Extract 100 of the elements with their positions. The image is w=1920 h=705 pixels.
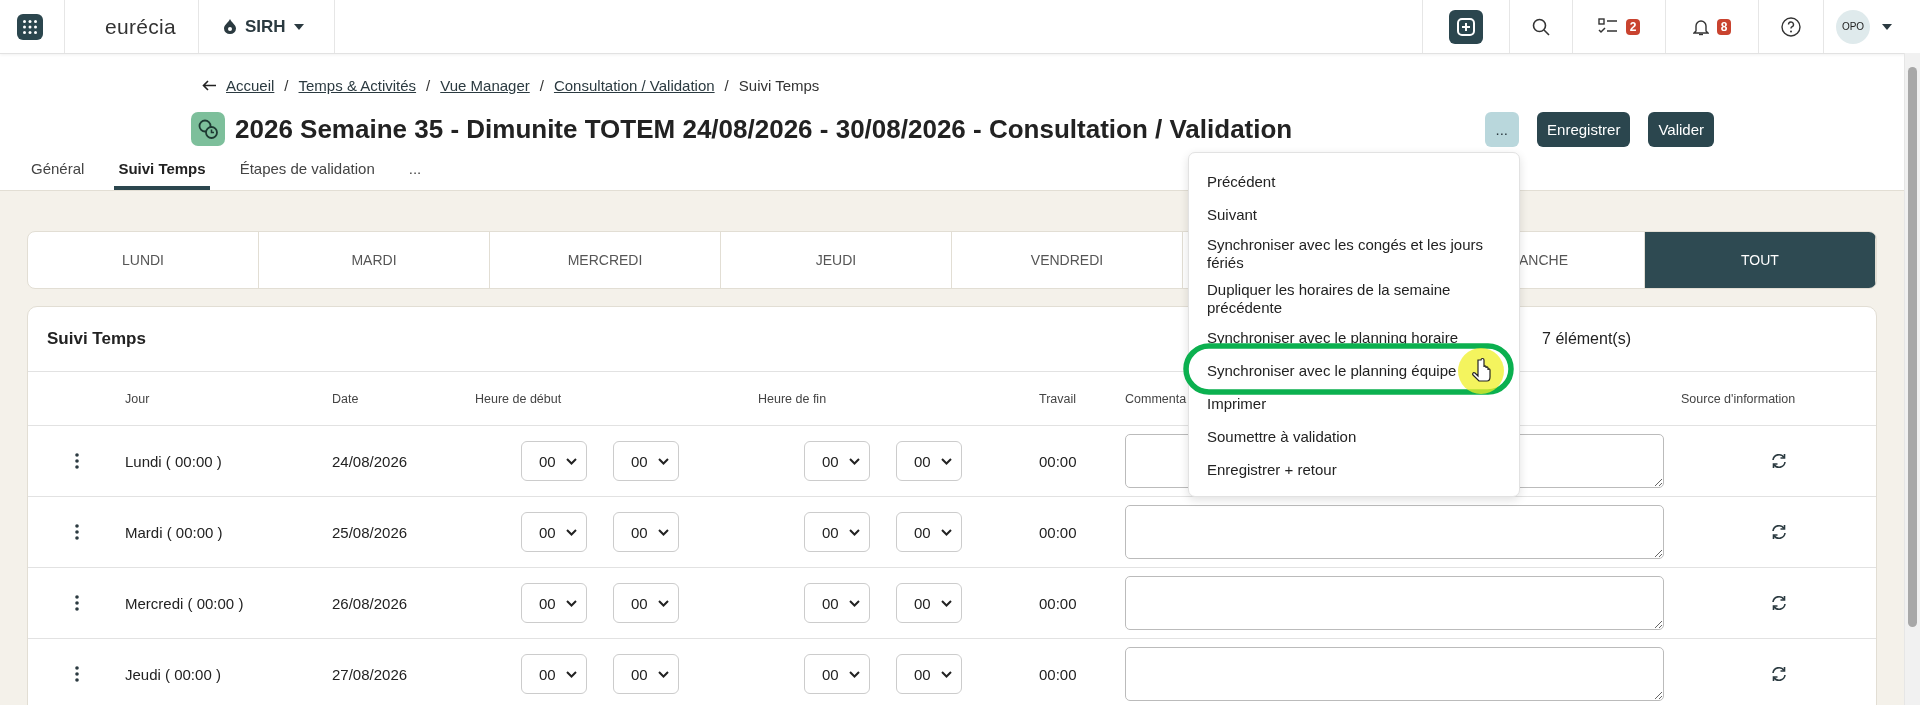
day-tab[interactable]: JEUDI: [721, 232, 952, 288]
chevron-icon: [849, 457, 860, 465]
day-tab[interactable]: LUNDI: [28, 232, 259, 288]
chevron-icon: [941, 599, 952, 607]
breadcrumb-link[interactable]: Consultation / Validation: [553, 76, 715, 94]
cursor-icon: [1458, 348, 1504, 394]
bell-icon[interactable]: [1692, 17, 1709, 36]
tab[interactable]: Général: [27, 160, 89, 190]
tasks-badge: 2: [1625, 18, 1641, 35]
day-cell-text: Jeudi ( 00:00 ): [125, 665, 222, 683]
chevron-icon: [566, 670, 577, 678]
hour-select[interactable]: 00: [521, 654, 587, 694]
breadcrumb-current: Suivi Temps: [738, 76, 820, 94]
chevron-icon: [658, 670, 669, 678]
kebab-menu-icon[interactable]: [74, 453, 79, 469]
user-avatar[interactable]: OPO: [1836, 9, 1870, 44]
minute-select[interactable]: 00: [613, 583, 679, 623]
menu-item[interactable]: Soumettre à validation: [1207, 427, 1357, 446]
back-arrow-icon[interactable]: [202, 79, 216, 91]
chevron-icon: [849, 528, 860, 536]
column-header: Travail: [1039, 391, 1077, 406]
day-tab[interactable]: MARDI: [259, 232, 490, 288]
minute-select[interactable]: 00: [613, 441, 679, 481]
comment-field[interactable]: [1125, 576, 1664, 630]
day-tab[interactable]: VENDREDI: [952, 232, 1183, 288]
hour-select[interactable]: 00: [804, 512, 870, 552]
sync-icon[interactable]: [1769, 453, 1788, 469]
chevron-icon: [849, 599, 860, 607]
tab[interactable]: Étapes de validation: [235, 160, 379, 190]
column-header: Date: [332, 391, 359, 406]
apps-icon[interactable]: [17, 13, 43, 40]
menu-item[interactable]: Précédent: [1207, 172, 1276, 191]
page-title: 2026 Semaine 35 - Dimunite TOTEM 24/08/2026 - 30/08/2026 - Consultation / Validation: [235, 113, 1293, 145]
minute-select[interactable]: 00: [896, 512, 962, 552]
breadcrumb-link[interactable]: Accueil: [226, 76, 275, 94]
tab[interactable]: ...: [404, 160, 426, 190]
minute-select[interactable]: 00: [896, 441, 962, 481]
scrollbar-thumb[interactable]: [1908, 67, 1917, 627]
breadcrumb-link[interactable]: Vue Manager: [440, 76, 530, 94]
work-cell-text: 00:00: [1039, 523, 1078, 541]
drop-icon: [223, 19, 237, 34]
notification-badge: 8: [1716, 18, 1732, 35]
work-cell-text: 00:00: [1039, 594, 1078, 612]
chevron-icon: [658, 528, 669, 536]
help-icon[interactable]: [1781, 16, 1801, 37]
column-header: Heure de début: [475, 391, 562, 406]
date-cell-text: 25/08/2026: [332, 523, 409, 541]
item-count: 7 élément(s): [1542, 330, 1631, 348]
save-button[interactable]: Enregistrer: [1537, 111, 1631, 147]
more-button[interactable]: ...: [1484, 111, 1520, 147]
hour-select[interactable]: 00: [521, 512, 587, 552]
chevron-icon: [941, 528, 952, 536]
chevron-icon: [658, 457, 669, 465]
menu-item[interactable]: Suivant: [1207, 205, 1258, 224]
logo[interactable]: eurécia: [65, 14, 198, 39]
kebab-menu-icon[interactable]: [74, 666, 79, 682]
column-header: Source d'information: [1681, 391, 1796, 406]
chevron-icon: [566, 457, 577, 465]
hour-select[interactable]: 00: [804, 654, 870, 694]
column-header: Commenta: [1125, 391, 1187, 406]
sync-icon[interactable]: [1769, 524, 1788, 540]
breadcrumb-separator: /: [284, 76, 289, 94]
day-tab[interactable]: TOUT: [1645, 232, 1876, 288]
chevron-icon: [941, 457, 952, 465]
chevron-icon: [849, 670, 860, 678]
hour-select[interactable]: 00: [804, 441, 870, 481]
module-selector[interactable]: SIRH: [199, 16, 334, 37]
hour-select[interactable]: 00: [804, 583, 870, 623]
checklist-icon[interactable]: [1597, 17, 1618, 36]
plus-icon: [1457, 17, 1475, 36]
comment-field[interactable]: [1125, 647, 1664, 701]
add-button[interactable]: [1449, 9, 1483, 44]
sync-icon[interactable]: [1769, 595, 1788, 611]
comment-field[interactable]: [1125, 505, 1664, 559]
work-cell-text: 00:00: [1039, 665, 1078, 683]
hour-select[interactable]: 00: [521, 441, 587, 481]
hour-select[interactable]: 00: [521, 583, 587, 623]
minute-select[interactable]: 00: [613, 512, 679, 552]
card-title: Suivi Temps: [47, 329, 146, 349]
kebab-menu-icon[interactable]: [74, 595, 79, 611]
time-tracking-icon: [191, 112, 225, 146]
breadcrumb-separator: /: [426, 76, 431, 94]
day-tab[interactable]: MERCREDI: [490, 232, 721, 288]
column-header: Heure de fin: [758, 391, 827, 406]
minute-select[interactable]: 00: [613, 654, 679, 694]
validate-button[interactable]: Valider: [1648, 111, 1714, 147]
column-header: Jour: [125, 391, 150, 406]
breadcrumb-separator: /: [724, 76, 729, 94]
day-cell-text: Mercredi ( 00:00 ): [125, 594, 245, 612]
sync-icon[interactable]: [1769, 666, 1788, 682]
minute-select[interactable]: 00: [896, 583, 962, 623]
chevron-icon: [566, 599, 577, 607]
menu-item[interactable]: Imprimer: [1207, 394, 1267, 413]
kebab-menu-icon[interactable]: [74, 524, 79, 540]
minute-select[interactable]: 00: [896, 654, 962, 694]
chevron-icon: [941, 670, 952, 678]
date-cell-text: 27/08/2026: [332, 665, 409, 683]
breadcrumb-link[interactable]: Temps & Activités: [298, 76, 417, 94]
menu-item[interactable]: Enregistrer + retour: [1207, 460, 1337, 479]
search-icon[interactable]: [1532, 17, 1550, 36]
